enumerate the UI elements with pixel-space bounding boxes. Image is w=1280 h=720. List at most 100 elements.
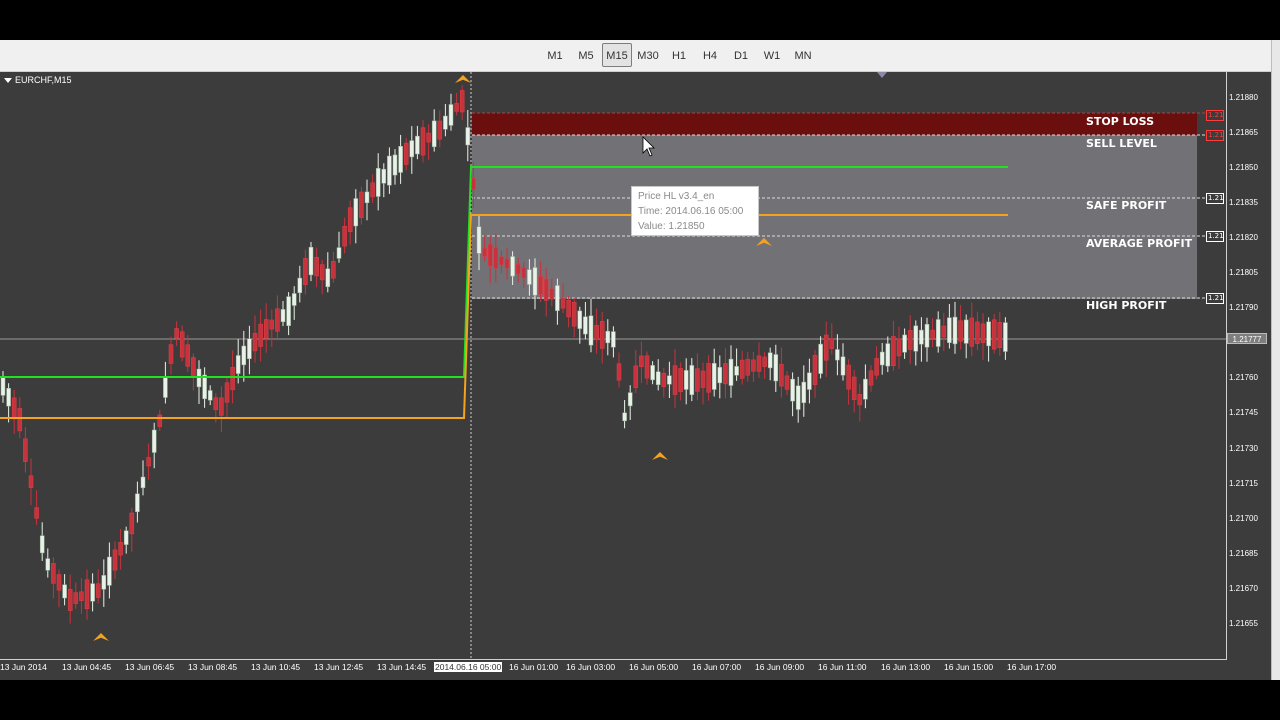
- candle-body: [717, 367, 723, 384]
- candle-body: [370, 182, 375, 198]
- candle-body: [79, 591, 84, 601]
- timeframe-w1-button[interactable]: W1: [757, 43, 787, 67]
- candle-body: [857, 394, 863, 406]
- symbol-text: EURCHF,M15: [15, 75, 72, 85]
- symbol-label[interactable]: EURCHF,M15: [4, 75, 72, 85]
- candle-body: [308, 246, 314, 276]
- candle-body: [219, 397, 224, 416]
- candle-body: [935, 319, 941, 347]
- price-label: 1.21700: [1229, 514, 1258, 523]
- candle-body: [639, 355, 644, 368]
- candle-body: [437, 120, 443, 140]
- candle-body: [963, 319, 969, 344]
- candle-body: [930, 329, 935, 339]
- price-axis[interactable]: [1227, 72, 1271, 660]
- candle-body: [851, 376, 857, 400]
- high-profit-price-marker[interactable]: 1.21: [1206, 293, 1224, 304]
- candle-body: [28, 475, 34, 488]
- timeframe-h4-button[interactable]: H4: [695, 43, 725, 67]
- candle-body: [336, 247, 342, 259]
- candle-body: [112, 549, 118, 571]
- timeframe-m1-button[interactable]: M1: [540, 43, 570, 67]
- timeframe-m5-button[interactable]: M5: [571, 43, 601, 67]
- candle-body: [230, 366, 235, 391]
- candle-body: [980, 323, 986, 343]
- safe-profit-price-marker[interactable]: 1.21: [1206, 193, 1224, 204]
- candle-body: [695, 368, 700, 392]
- timeframe-h1-button[interactable]: H1: [664, 43, 694, 67]
- candle-body: [919, 329, 924, 345]
- chart-canvas[interactable]: [0, 72, 1226, 659]
- candle-body: [291, 293, 297, 306]
- candle-body: [633, 365, 639, 388]
- candle-body: [319, 264, 325, 281]
- tooltip-line: Time: 2014.06.16 05:00: [638, 206, 744, 217]
- candle-body: [835, 349, 840, 361]
- candle-body: [1003, 322, 1008, 352]
- candle-body: [90, 583, 95, 602]
- candle-body: [247, 338, 252, 359]
- candle-body: [874, 358, 879, 376]
- candle-body: [118, 542, 123, 556]
- candle-body: [448, 104, 454, 126]
- candle-body: [101, 575, 107, 590]
- candle-body: [823, 334, 829, 361]
- high-profit-label: HIGH PROFIT: [1086, 299, 1167, 312]
- time-label: 16 Jun 07:00: [692, 662, 742, 672]
- average-profit-price-marker[interactable]: 1.21: [1206, 231, 1224, 242]
- candle-body: [409, 140, 415, 158]
- time-label: 13 Jun 06:45: [125, 662, 175, 672]
- candle-body: [179, 331, 185, 358]
- chart-shift-marker[interactable]: [877, 72, 887, 78]
- candle-body: [482, 247, 487, 257]
- candle-body: [818, 343, 823, 374]
- candle-body: [174, 328, 179, 339]
- candle-body: [364, 191, 370, 204]
- candle-body: [39, 535, 45, 554]
- candle-body: [655, 371, 661, 385]
- candle-body: [241, 345, 247, 366]
- fractal-up-arrow-icon: [93, 633, 109, 641]
- candle-body: [45, 558, 51, 571]
- candle-body: [801, 381, 807, 404]
- candle-body: [745, 359, 751, 376]
- timeframe-m15-button[interactable]: M15: [602, 43, 632, 67]
- price-label: 1.21790: [1229, 303, 1258, 312]
- candle-body: [387, 155, 392, 186]
- candle-body: [723, 363, 728, 385]
- candle-body: [381, 168, 387, 184]
- price-chart[interactable]: [0, 72, 1227, 660]
- price-label: 1.21655: [1229, 619, 1258, 628]
- crosshair-time-label: 2014.06.16 05:00: [434, 662, 503, 672]
- candle-body: [135, 493, 140, 513]
- timeframe-mn-button[interactable]: MN: [788, 43, 818, 67]
- sell-level-price-marker[interactable]: 1.21: [1206, 130, 1224, 141]
- stop-loss-price-marker[interactable]: 1.21: [1206, 110, 1224, 121]
- candle-body: [734, 366, 739, 376]
- top-black-bar: [0, 0, 1280, 40]
- candle-body: [650, 365, 655, 381]
- candle-body: [415, 135, 420, 155]
- timeframe-toolbar: M1 M5 M15 M30 H1 H4 D1 W1 MN: [0, 40, 1280, 72]
- vertical-scrollbar[interactable]: [1271, 40, 1280, 680]
- candle-body: [465, 127, 471, 146]
- candle-body: [224, 382, 230, 403]
- timeframe-m30-button[interactable]: M30: [633, 43, 663, 67]
- dropdown-triangle-icon: [4, 78, 12, 84]
- candle-body: [790, 378, 795, 402]
- candle-body: [672, 365, 678, 395]
- candle-body: [560, 297, 566, 309]
- candle-body: [515, 263, 521, 275]
- price-label: 1.21805: [1229, 268, 1258, 277]
- candle-body: [538, 276, 543, 295]
- candle-body: [129, 512, 135, 535]
- candle-body: [398, 146, 403, 173]
- timeframe-d1-button[interactable]: D1: [726, 43, 756, 67]
- candle-body: [588, 315, 594, 346]
- candle-body: [969, 317, 975, 347]
- candle-body: [577, 310, 583, 329]
- bottom-black-bar: [0, 680, 1280, 720]
- candle-body: [975, 321, 980, 344]
- current-price-tag: 1.21777: [1227, 333, 1267, 344]
- candle-body: [952, 316, 958, 345]
